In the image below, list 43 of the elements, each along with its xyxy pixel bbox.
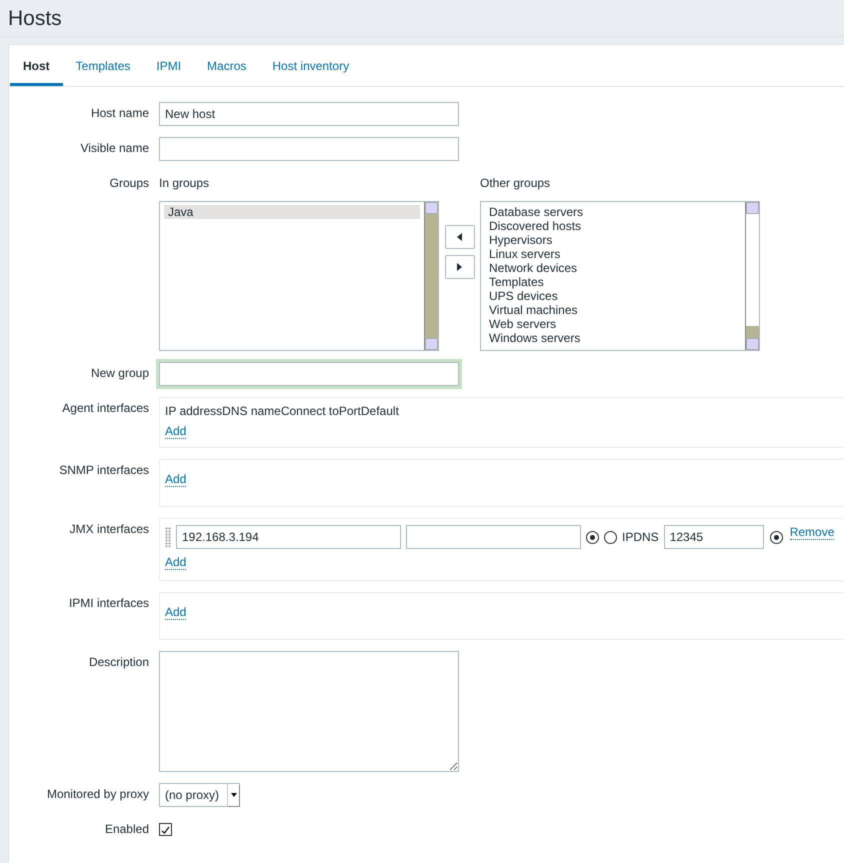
group-option[interactable]: Database servers bbox=[485, 205, 741, 219]
tab[interactable]: Macros bbox=[194, 45, 260, 86]
tab[interactable]: Templates bbox=[62, 45, 144, 86]
field-label: Groups bbox=[108, 175, 149, 192]
tab[interactable]: Host bbox=[10, 45, 63, 86]
page-title: Hosts bbox=[0, 0, 844, 37]
ip-address-field[interactable]: 192.168.3.194 bbox=[176, 525, 401, 549]
group-option[interactable]: Web servers bbox=[485, 317, 741, 331]
host-name-field[interactable]: New host bbox=[159, 102, 459, 126]
add-link[interactable]: Add bbox=[165, 472, 186, 487]
field-label: Enabled bbox=[104, 821, 149, 838]
list-title: Other groups bbox=[480, 176, 552, 191]
group-option[interactable]: Templates bbox=[485, 275, 741, 289]
group-option[interactable]: Virtual machines bbox=[485, 303, 741, 317]
field-label: SNMP interfaces bbox=[58, 462, 149, 479]
group-option[interactable]: UPS devices bbox=[485, 289, 741, 303]
tab[interactable]: IPMI bbox=[143, 45, 194, 86]
field-label: Description bbox=[88, 654, 149, 671]
field-label: New group bbox=[90, 365, 149, 382]
add-link[interactable]: Add bbox=[165, 605, 186, 620]
group-option[interactable]: Windows servers bbox=[485, 331, 741, 345]
remove-link[interactable]: Remove bbox=[790, 525, 834, 540]
field-label: IPMI interfaces bbox=[68, 595, 149, 612]
group-option[interactable]: Discovered hosts bbox=[485, 219, 741, 233]
port-field[interactable]: 12345 bbox=[664, 525, 764, 549]
group-listbox[interactable]: Java bbox=[159, 201, 439, 351]
list-title: In groups bbox=[159, 176, 210, 191]
group-option[interactable]: Hypervisors bbox=[485, 233, 741, 247]
interface-header: IP addressDNS nameConnect toPortDefault bbox=[165, 404, 400, 418]
group-listbox[interactable]: Database servers Discovered hosts Hypervisors Linux servers Network devices Templates UPS devices Virtual machines Web servers Windows servers bbox=[480, 201, 760, 351]
add-link[interactable]: Add bbox=[165, 424, 186, 439]
group-option[interactable]: Network devices bbox=[485, 261, 741, 275]
field-label: Host name bbox=[90, 105, 149, 122]
field-label: Visible name bbox=[80, 140, 149, 157]
group-option[interactable]: Linux servers bbox=[485, 247, 741, 261]
group-option[interactable]: Java bbox=[164, 205, 420, 219]
add-link[interactable]: Add bbox=[165, 555, 186, 570]
field-label: JMX interfaces bbox=[68, 521, 149, 538]
tab[interactable]: Host inventory bbox=[259, 45, 362, 86]
field-label: Agent interfaces bbox=[61, 400, 149, 417]
proxy-dropdown[interactable]: (no proxy) bbox=[159, 783, 240, 807]
connect-to-label: IPDNS bbox=[622, 530, 659, 544]
field-label: Monitored by proxy bbox=[46, 786, 149, 803]
